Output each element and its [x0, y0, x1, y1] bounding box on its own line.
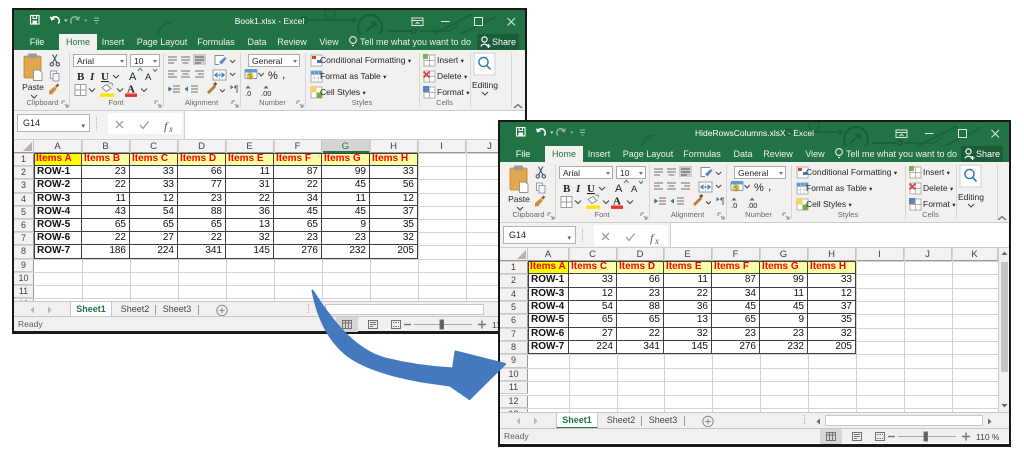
svg-text:B: B: [563, 183, 571, 195]
svg-text:.00: .00: [747, 201, 757, 210]
svg-text:¶: ¶: [234, 84, 239, 94]
svg-text:.0: .0: [245, 89, 251, 98]
svg-text:U: U: [101, 71, 109, 83]
svg-text:I: I: [575, 183, 581, 195]
svg-text:,: ,: [768, 179, 771, 193]
svg-text:A: A: [615, 183, 623, 195]
svg-text:¶: ¶: [720, 196, 725, 206]
svg-text:B: B: [77, 71, 85, 83]
svg-text:%: %: [268, 70, 278, 82]
svg-text:U: U: [587, 183, 595, 195]
svg-text:I: I: [89, 71, 95, 83]
svg-text:$: $: [734, 186, 738, 193]
svg-text:x: x: [168, 124, 173, 134]
svg-text:.00: .00: [261, 89, 271, 98]
svg-text:A: A: [145, 72, 152, 83]
svg-text:x: x: [654, 236, 659, 246]
svg-text:A: A: [631, 184, 638, 195]
svg-text:%: %: [754, 182, 764, 194]
svg-text:$: $: [248, 74, 252, 81]
svg-text:,: ,: [282, 67, 285, 81]
svg-text:.0: .0: [731, 201, 737, 210]
svg-text:A: A: [129, 71, 137, 83]
svg-text:110 %: 110 %: [976, 432, 1000, 442]
